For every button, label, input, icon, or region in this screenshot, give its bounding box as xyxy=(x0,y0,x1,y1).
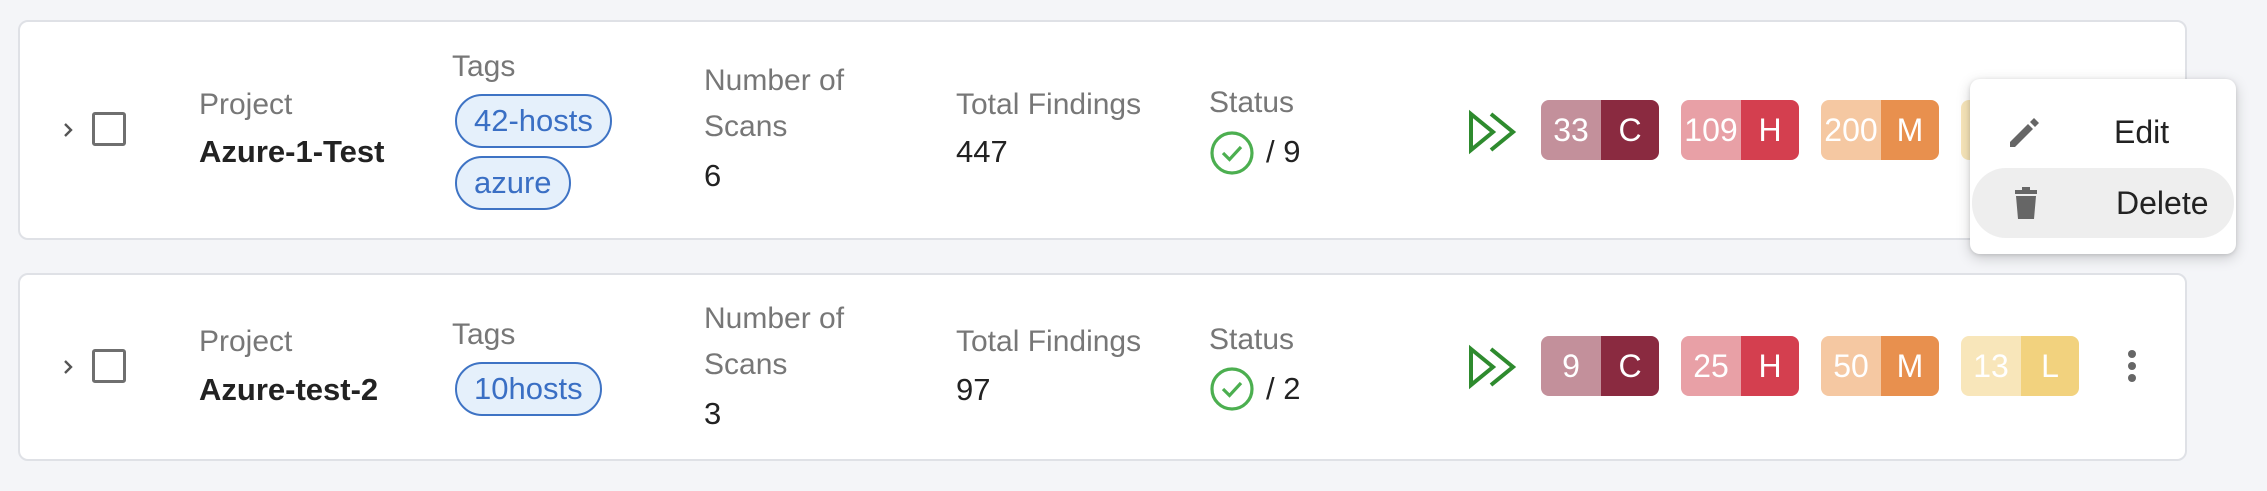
critical-count: 33 xyxy=(1541,100,1601,160)
project-name[interactable]: Azure-test-2 xyxy=(199,372,378,408)
severity-high-badge: 109 H xyxy=(1681,100,1799,160)
scans-label-2: Scans xyxy=(704,348,788,381)
status-label: Status xyxy=(1209,323,1295,356)
tag-chip[interactable]: 42-hosts xyxy=(455,94,612,148)
more-vert-icon[interactable] xyxy=(2112,336,2152,396)
status-value: / 9 xyxy=(1266,134,1301,169)
scans-label-2: Scans xyxy=(704,110,788,143)
row-checkbox[interactable] xyxy=(92,112,126,146)
findings-label: Total Findings xyxy=(956,88,1142,121)
severity-high-badge: 25 H xyxy=(1681,336,1799,396)
pencil-icon xyxy=(2004,112,2044,152)
scans-label: Number of xyxy=(704,64,845,97)
context-menu: Edit Delete xyxy=(1970,79,2236,254)
high-letter: H xyxy=(1741,336,1799,396)
delete-label: Delete xyxy=(2116,184,2209,221)
medium-count: 200 xyxy=(1821,100,1881,160)
high-count: 25 xyxy=(1681,336,1741,396)
severity-critical-badge: 9 C xyxy=(1541,336,1659,396)
double-play-icon[interactable] xyxy=(1467,108,1519,156)
tags-label: Tags xyxy=(452,318,516,351)
high-letter: H xyxy=(1741,100,1799,160)
critical-letter: C xyxy=(1601,100,1659,160)
low-letter: L xyxy=(2021,336,2079,396)
severity-low-badge: 13 L xyxy=(1961,336,2079,396)
status-value: / 2 xyxy=(1266,371,1301,406)
findings-label: Total Findings xyxy=(956,325,1142,358)
menu-item-delete[interactable]: Delete xyxy=(1972,168,2234,238)
scans-count: 6 xyxy=(704,158,722,193)
edit-label: Edit xyxy=(2114,113,2170,150)
scans-count: 3 xyxy=(704,396,722,431)
check-circle-icon xyxy=(1209,130,1255,176)
row-checkbox[interactable] xyxy=(92,349,126,383)
low-count: 13 xyxy=(1961,336,2021,396)
chevron-right-icon[interactable] xyxy=(48,110,88,150)
medium-letter: M xyxy=(1881,100,1939,160)
trash-icon xyxy=(2006,183,2046,223)
menu-item-edit[interactable]: Edit xyxy=(1970,97,2236,167)
severity-medium-badge: 200 M xyxy=(1821,100,1939,160)
findings-count: 97 xyxy=(956,372,991,407)
tag-chip[interactable]: 10hosts xyxy=(455,362,602,416)
project-label: Project xyxy=(199,88,293,121)
project-name[interactable]: Azure-1-Test xyxy=(199,134,384,170)
tags-label: Tags xyxy=(452,50,516,83)
project-label: Project xyxy=(199,325,293,358)
status-label: Status xyxy=(1209,86,1295,119)
critical-letter: C xyxy=(1601,336,1659,396)
medium-count: 50 xyxy=(1821,336,1881,396)
chevron-right-icon[interactable] xyxy=(48,347,88,387)
tag-chip[interactable]: azure xyxy=(455,156,571,210)
severity-critical-badge: 33 C xyxy=(1541,100,1659,160)
check-circle-icon xyxy=(1209,366,1255,412)
scans-label: Number of xyxy=(704,302,845,335)
findings-count: 447 xyxy=(956,134,1008,169)
high-count: 109 xyxy=(1681,100,1741,160)
severity-medium-badge: 50 M xyxy=(1821,336,1939,396)
medium-letter: M xyxy=(1881,336,1939,396)
critical-count: 9 xyxy=(1541,336,1601,396)
double-play-icon[interactable] xyxy=(1467,343,1519,391)
